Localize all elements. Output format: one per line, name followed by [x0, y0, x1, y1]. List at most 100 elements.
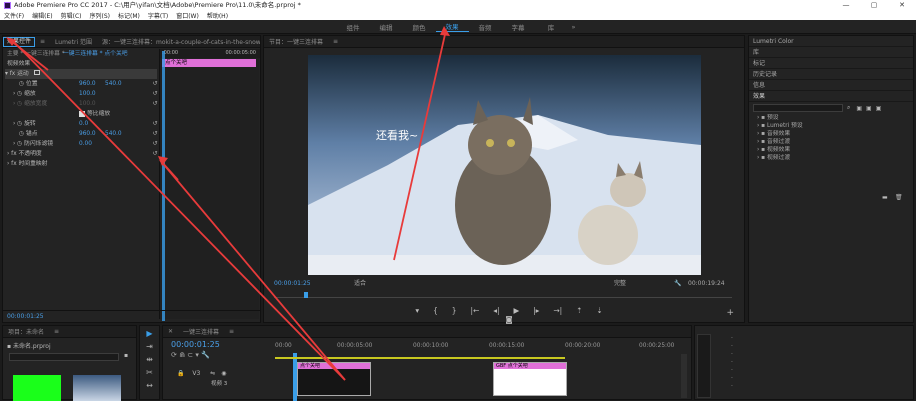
linked-selection-icon[interactable]: ⊂ — [187, 351, 193, 359]
razor-tool-icon[interactable]: ✂ — [145, 368, 155, 378]
timeline-clip-1[interactable]: 点个关吧 — [297, 362, 371, 396]
position-x-value[interactable]: 960.0 — [79, 79, 96, 89]
ripple-edit-tool-icon[interactable]: ⇹ — [145, 355, 155, 365]
motion-effect-row[interactable]: ▾ fx 运动 — [5, 69, 157, 79]
effects-folder-video-effects[interactable]: › ▪ 视频效果 — [749, 146, 913, 154]
reset-position-icon[interactable]: ↺ — [151, 79, 159, 89]
camera-icon[interactable]: ◙ — [505, 315, 512, 324]
stopwatch-icon[interactable]: ◷ — [19, 81, 26, 87]
add-button-icon[interactable]: + — [726, 308, 734, 318]
workspace-tab-effects[interactable]: 效果 — [435, 21, 469, 32]
panel-effects-title[interactable]: 效果 — [749, 91, 913, 102]
position-y-value[interactable]: 540.0 — [105, 79, 122, 89]
stopwatch-icon[interactable]: ◷ — [19, 131, 26, 137]
reset-antiflicker-icon[interactable]: ↺ — [151, 139, 159, 149]
effects-folder-audio-transitions[interactable]: › ▪ 音频过渡 — [749, 138, 913, 146]
tab-effect-controls[interactable]: 效果控件 — [3, 36, 36, 47]
reset-opacity-icon[interactable]: ↺ — [151, 149, 159, 159]
timeline-settings-icon[interactable]: 🔧 — [201, 351, 210, 359]
menu-file[interactable]: 文件(F) — [0, 11, 28, 20]
play-button-icon[interactable]: ▶ — [513, 306, 519, 315]
reset-scale-width-icon[interactable]: ↺ — [151, 99, 159, 109]
menu-window[interactable]: 窗口(W) — [172, 11, 203, 20]
project-search-input[interactable] — [9, 353, 119, 361]
effect-controls-timecode[interactable]: 00:00:01:25 — [7, 313, 44, 320]
panel-history[interactable]: 历史记录 — [749, 69, 913, 80]
delete-icon[interactable]: 🗑 — [895, 194, 903, 201]
panel-menu-icon[interactable]: ≡ — [49, 328, 64, 335]
step-forward-icon[interactable]: |▸ — [533, 306, 539, 315]
workspace-tab-color[interactable]: 颜色 — [403, 22, 436, 32]
wrench-icon[interactable]: 🔧 — [674, 279, 681, 289]
add-marker-icon[interactable]: ▾ — [195, 351, 199, 359]
tab-lumetri-scopes[interactable]: Lumetri 范围 — [50, 37, 97, 46]
timeline-timecode[interactable]: 00:00:01:25 — [171, 340, 220, 349]
timeline-ruler[interactable]: 00:00 00:00:05:00 00:00:10:00 00:00:15:0… — [275, 343, 685, 353]
nest-icon[interactable]: ⟳ — [171, 351, 177, 359]
menu-markers[interactable]: 标记(M) — [114, 11, 144, 20]
scale-width-value[interactable]: 100.0 — [79, 99, 96, 109]
panel-markers[interactable]: 标记 — [749, 58, 913, 69]
menu-sequence[interactable]: 序列(S) — [86, 11, 115, 20]
reset-scale-icon[interactable]: ↺ — [151, 89, 159, 99]
overlay-text[interactable]: 还看我~ — [376, 127, 418, 143]
mark-in-icon[interactable]: { — [433, 306, 438, 315]
add-marker-icon[interactable]: ▾ — [415, 306, 419, 315]
effects-folder-video-transitions[interactable]: › ▪ 视频过渡 — [749, 154, 913, 162]
menu-help[interactable]: 帮助(H) — [203, 11, 232, 20]
time-remap-row[interactable]: › fx 时间重映射 — [7, 159, 159, 169]
tab-sequence[interactable]: 一键三连排幕 — [178, 327, 224, 336]
selection-tool-icon[interactable]: ▶ — [145, 329, 155, 339]
track-select-tool-icon[interactable]: ⇥ — [145, 342, 155, 352]
go-to-out-icon[interactable]: →| — [553, 306, 562, 315]
cats-clip-thumbnail[interactable] — [73, 375, 121, 401]
mark-out-icon[interactable]: } — [452, 306, 457, 315]
anchor-y-value[interactable]: 540.0 — [105, 129, 122, 139]
panel-menu-icon[interactable]: ≡ — [35, 38, 50, 45]
effects-folder-lumetri-presets[interactable]: › ▪ Lumetri 预设 — [749, 122, 913, 130]
search-icon[interactable]: ⌕ — [847, 104, 850, 112]
panel-menu-icon[interactable]: ≡ — [224, 328, 239, 335]
program-playhead[interactable] — [304, 292, 308, 298]
32bit-effects-icon[interactable]: ▣ — [866, 105, 872, 112]
tab-project[interactable]: 项目：未命名 — [3, 327, 49, 336]
accelerated-effects-icon[interactable]: ▣ — [856, 105, 862, 112]
go-to-in-icon[interactable]: |← — [470, 306, 479, 315]
clip-name-label[interactable]: 一键三连排幕 * 点个关吧 — [63, 49, 128, 59]
lock-icon[interactable]: 🔒 — [177, 370, 184, 377]
reset-rotation-icon[interactable]: ↺ — [151, 119, 159, 129]
minimize-button[interactable]: — — [832, 0, 860, 10]
antiflicker-value[interactable]: 0.00 — [79, 139, 92, 149]
effects-folder-audio-effects[interactable]: › ▪ 音频效果 — [749, 130, 913, 138]
master-clip-label[interactable]: 主要 * 一键三连排幕 * — [7, 49, 65, 59]
work-area-bar[interactable] — [275, 357, 565, 359]
green-clip-thumbnail[interactable] — [13, 375, 61, 401]
menu-title[interactable]: 字幕(T) — [144, 11, 172, 20]
uniform-scale-checkbox[interactable] — [79, 110, 85, 117]
program-video-frame[interactable]: 还看我~ — [308, 55, 701, 275]
opacity-row[interactable]: › fx 不透明度 ↺ — [7, 149, 159, 159]
new-bin-icon[interactable]: ▪ — [124, 352, 128, 359]
panel-lumetri-color[interactable]: Lumetri Color — [749, 36, 913, 47]
workspace-tab-editing[interactable]: 编辑 — [370, 22, 403, 32]
extract-icon[interactable]: ⇣ — [596, 306, 602, 315]
timeline-scrollbar[interactable] — [681, 354, 687, 398]
anchor-x-value[interactable]: 960.0 — [79, 129, 96, 139]
close-tab-icon[interactable]: ✕ — [163, 328, 178, 335]
workspace-more-icon[interactable]: » — [568, 23, 580, 31]
panel-info[interactable]: 信息 — [749, 80, 913, 91]
quality-dropdown[interactable]: 完整 — [614, 279, 626, 289]
close-button[interactable]: ✕ — [888, 0, 916, 10]
workspace-tab-titles[interactable]: 字幕 — [502, 22, 535, 32]
tab-program[interactable]: 节目：一键三连排幕 — [264, 37, 328, 46]
workspace-tab-audio[interactable]: 音频 — [469, 22, 502, 32]
panel-libraries[interactable]: 库 — [749, 47, 913, 58]
reset-anchor-icon[interactable]: ↺ — [151, 129, 159, 139]
program-scrubber[interactable] — [274, 292, 732, 298]
toggle-sync-icon[interactable]: ⇋ — [210, 370, 215, 377]
workspace-tab-libraries[interactable]: 库 — [535, 22, 568, 32]
workspace-tab-assembly[interactable]: 组件 — [337, 22, 370, 32]
yuv-effects-icon[interactable]: ▣ — [876, 105, 882, 112]
step-back-icon[interactable]: ◂| — [493, 306, 499, 315]
maximize-button[interactable]: ▢ — [860, 0, 888, 10]
